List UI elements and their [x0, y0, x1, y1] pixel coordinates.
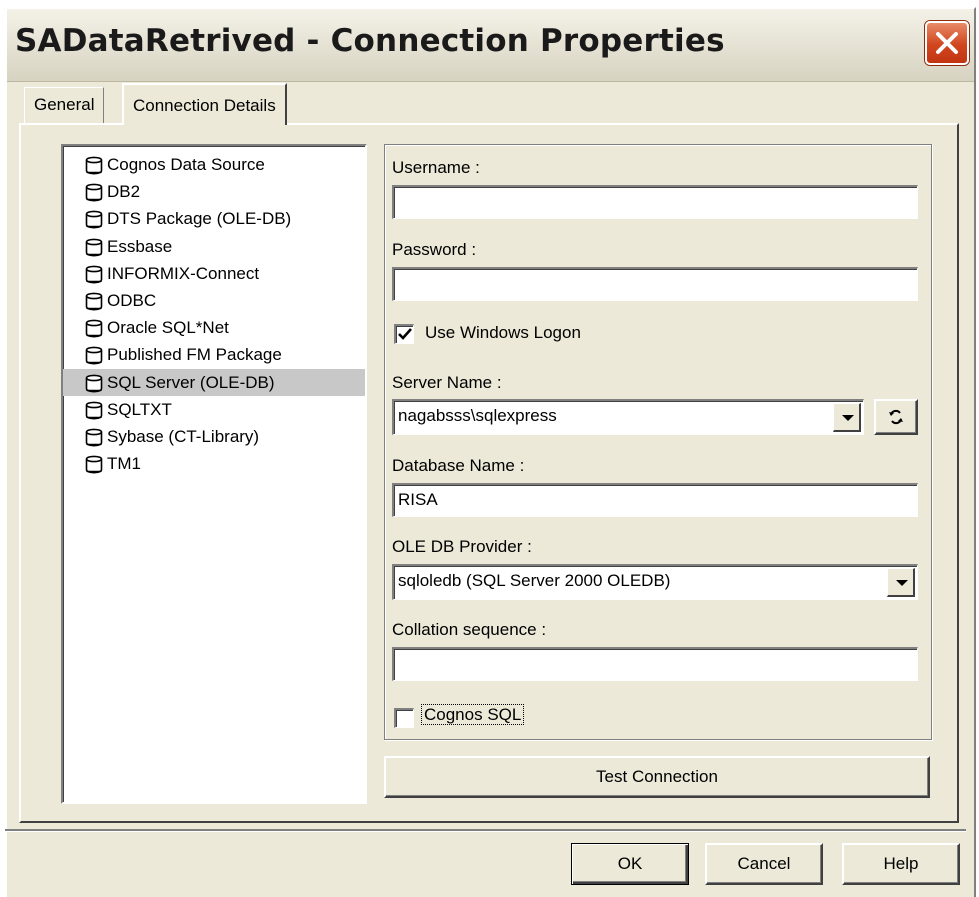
- data-source-item[interactable]: Sybase (CT-Library): [63, 423, 365, 450]
- refresh-icon: [889, 409, 903, 425]
- footer-separator: [5, 829, 966, 832]
- data-source-item[interactable]: Cognos Data Source: [63, 151, 365, 178]
- username-field[interactable]: [392, 185, 918, 219]
- collation-sequence-label: Collation sequence :: [392, 620, 547, 639]
- data-source-label: TM1: [107, 454, 141, 474]
- help-button[interactable]: Help: [842, 843, 960, 885]
- database-icon: [85, 428, 103, 447]
- database-icon: [85, 374, 103, 393]
- test-connection-button[interactable]: Test Connection: [384, 756, 930, 798]
- data-source-item[interactable]: Oracle SQL*Net: [63, 314, 365, 341]
- data-source-label: Oracle SQL*Net: [107, 318, 229, 338]
- ole-db-provider-label: OLE DB Provider :: [392, 537, 532, 556]
- server-name-dropdown-button[interactable]: [833, 403, 861, 432]
- password-field[interactable]: [392, 267, 918, 301]
- data-source-item[interactable]: Essbase: [63, 233, 365, 260]
- data-source-label: DTS Package (OLE-DB): [107, 209, 292, 229]
- database-icon: [85, 292, 103, 311]
- ole-db-provider-dropdown-button[interactable]: [887, 568, 915, 597]
- data-source-label: DB2: [107, 182, 141, 202]
- data-source-label: ODBC: [107, 290, 157, 310]
- data-source-label: Published FM Package: [107, 345, 282, 365]
- data-source-item[interactable]: SQLTXT: [63, 396, 365, 423]
- help-label: Help: [883, 854, 919, 873]
- database-icon: [85, 319, 103, 338]
- database-icon: [85, 401, 103, 420]
- cancel-label: Cancel: [737, 854, 791, 873]
- database-icon: [85, 265, 103, 284]
- checkmark-icon: [398, 328, 412, 340]
- database-icon: [85, 183, 103, 202]
- data-source-item[interactable]: DB2: [63, 178, 365, 205]
- server-name-combo[interactable]: nagabsss\sqlexpress: [392, 399, 864, 435]
- data-source-item[interactable]: SQL Server (OLE-DB): [63, 368, 365, 396]
- cancel-button[interactable]: Cancel: [705, 843, 823, 885]
- cognos-sql-label[interactable]: Cognos SQL: [421, 704, 525, 725]
- title-bar[interactable]: SADataRetrived - Connection Properties: [7, 9, 974, 82]
- data-source-label: SQL Server (OLE-DB): [107, 372, 275, 392]
- data-source-item[interactable]: Published FM Package: [63, 341, 365, 368]
- database-icon: [85, 455, 103, 474]
- server-name-label: Server Name :: [392, 373, 502, 392]
- data-source-label: Sybase (CT-Library): [107, 426, 260, 446]
- server-name-value: nagabsss\sqlexpress: [398, 406, 557, 425]
- data-source-label: SQLTXT: [107, 399, 172, 419]
- close-button[interactable]: [925, 21, 969, 65]
- window-title: SADataRetrived - Connection Properties: [15, 23, 725, 59]
- database-name-label: Database Name :: [392, 456, 525, 475]
- database-name-field[interactable]: RISA: [392, 483, 918, 517]
- ok-button[interactable]: OK: [571, 843, 689, 885]
- test-connection-label: Test Connection: [596, 767, 718, 786]
- ole-db-provider-value: sqloledb (SQL Server 2000 OLEDB): [398, 571, 671, 590]
- data-source-item[interactable]: DTS Package (OLE-DB): [63, 205, 365, 232]
- password-label: Password :: [392, 240, 477, 259]
- ole-db-provider-combo[interactable]: sqloledb (SQL Server 2000 OLEDB): [392, 564, 918, 600]
- database-icon: [85, 238, 103, 257]
- data-source-list[interactable]: Cognos Data Source DB2 DTS Package (OLE-DB…: [61, 144, 367, 804]
- close-icon: [936, 32, 958, 54]
- cognos-sql-text: Cognos SQL: [421, 704, 525, 725]
- username-label: Username :: [392, 158, 480, 177]
- data-source-items: Cognos Data Source DB2 DTS Package (OLE-DB…: [63, 151, 365, 477]
- ok-label: OK: [617, 854, 643, 873]
- tab-connection-details[interactable]: Connection Details: [122, 83, 287, 125]
- use-windows-logon-checkbox[interactable]: [394, 324, 414, 344]
- tab-general[interactable]: General: [24, 87, 105, 123]
- data-source-label: INFORMIX-Connect: [107, 263, 260, 283]
- data-source-item[interactable]: ODBC: [63, 287, 365, 314]
- database-icon: [85, 346, 103, 365]
- database-icon: [85, 210, 103, 229]
- data-source-item[interactable]: INFORMIX-Connect: [63, 260, 365, 287]
- data-source-item[interactable]: TM1: [63, 450, 365, 477]
- database-icon: [85, 156, 103, 175]
- data-source-label: Essbase: [107, 236, 173, 256]
- data-source-label: Cognos Data Source: [107, 155, 265, 174]
- refresh-servers-button[interactable]: [874, 399, 918, 435]
- collation-sequence-field[interactable]: [392, 647, 918, 681]
- use-windows-logon-label[interactable]: Use Windows Logon: [425, 323, 581, 343]
- cognos-sql-checkbox[interactable]: [394, 708, 414, 728]
